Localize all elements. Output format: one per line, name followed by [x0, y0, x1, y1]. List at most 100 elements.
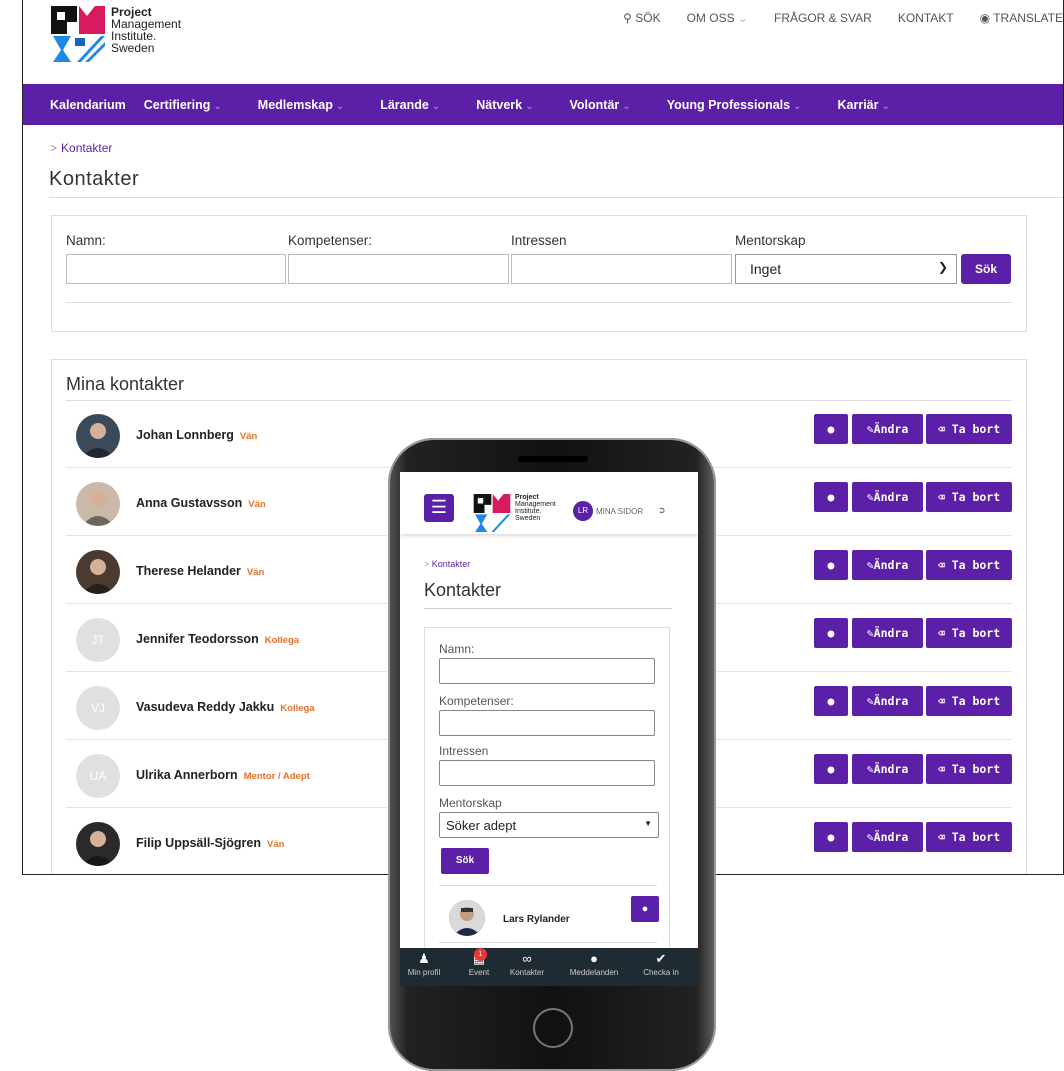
edit-button[interactable]: ✎Ändra [852, 482, 923, 512]
pmi-logo[interactable]: Project Management Institute. Sweden [51, 6, 181, 62]
message-button[interactable]: ● [814, 618, 848, 648]
divider [66, 302, 1012, 303]
contact-name[interactable]: Lars Rylander [503, 914, 570, 925]
mainnav-larande[interactable]: Lärande ⌄ [380, 98, 458, 112]
message-button[interactable]: ● [814, 822, 848, 852]
contact-name-cell[interactable]: Filip Uppsäll-Sjögren Vän [136, 836, 284, 850]
edit-button[interactable]: ✎Ändra [852, 618, 923, 648]
contact-name-cell[interactable]: Therese Helander Vän [136, 564, 264, 578]
mainnav-volontar[interactable]: Volontär ⌄ [570, 98, 649, 112]
mobile-search-button[interactable]: Sök [441, 848, 489, 874]
tab-kontakter[interactable]: ∞ Kontakter [506, 952, 548, 978]
search-icon: ⚲ [623, 11, 632, 25]
contact-avatar[interactable] [76, 414, 120, 458]
mainnav-karriar[interactable]: Karriär ⌄ [837, 98, 907, 112]
edit-button[interactable]: ✎Ändra [852, 822, 923, 852]
tab-meddelanden[interactable]: ● Meddelanden [564, 952, 624, 978]
message-button[interactable]: ● [814, 754, 848, 784]
delete-button[interactable]: ⌫ Ta bort [926, 822, 1012, 852]
chevron-right-icon: > [50, 141, 58, 155]
mainnav-medlemskap[interactable]: Medlemskap ⌄ [258, 98, 362, 112]
phone-home-button[interactable] [533, 1008, 573, 1048]
contact-avatar[interactable]: JT [76, 618, 120, 662]
mentor-select[interactable]: Inget ❯ [735, 254, 957, 284]
person-photo-icon [82, 423, 114, 458]
edit-button[interactable]: ✎Ändra [852, 550, 923, 580]
delete-button[interactable]: ⌫ Ta bort [926, 550, 1012, 580]
relation-tag: Vän [267, 839, 285, 850]
chevron-down-icon: ⌄ [525, 100, 534, 112]
person-photo-icon [82, 491, 114, 526]
topnav-faq[interactable]: FRÅGOR & SVAR [774, 11, 872, 25]
tab-event[interactable]: ▦1Event [464, 948, 494, 977]
breadcrumb[interactable]: > Kontakter [50, 141, 112, 155]
logout-icon[interactable]: ➲ [658, 505, 666, 516]
message-button[interactable]: ● [814, 414, 848, 444]
message-button[interactable]: ● [814, 482, 848, 512]
edit-button[interactable]: ✎Ändra [852, 754, 923, 784]
pmi-logo-mark-icon[interactable] [472, 494, 512, 532]
tab-label: Event [468, 968, 490, 977]
mainnav-young-professionals[interactable]: Young Professionals ⌄ [667, 98, 820, 112]
edit-button-label: Ändra [873, 830, 909, 844]
chat-icon[interactable]: ● [631, 896, 659, 922]
name-label: Namn: [66, 233, 106, 248]
edit-button[interactable]: ✎Ändra [852, 414, 923, 444]
delete-button[interactable]: ⌫ Ta bort [926, 754, 1012, 784]
mainnav-natverk[interactable]: Nätverk ⌄ [476, 98, 551, 112]
contact-name-cell[interactable]: Johan Lonnberg Vän [136, 428, 257, 442]
contact-name-cell[interactable]: Anna Gustavsson Vän [136, 496, 266, 510]
skills-input[interactable] [288, 254, 509, 284]
relation-tag: Vän [246, 567, 265, 578]
contact-avatar[interactable] [76, 822, 120, 866]
topnav-contact[interactable]: KONTAKT [898, 11, 954, 25]
delete-button[interactable]: ⌫ Ta bort [926, 686, 1012, 716]
mobile-breadcrumb[interactable]: > Kontakter [424, 559, 470, 569]
top-bar: Project Management Institute. Sweden ⚲ S… [23, 0, 1063, 83]
name-input[interactable] [66, 254, 286, 284]
contact-avatar[interactable]: VJ [76, 686, 120, 730]
mobile-skills-input[interactable] [439, 710, 655, 736]
mainnav-kalendarium[interactable]: Kalendarium [50, 98, 126, 112]
contact-name-cell[interactable]: Ulrika Annerborn Mentor / Adept [136, 768, 310, 782]
contact-name: Ulrika Annerborn [136, 768, 238, 782]
chat-icon: ● [827, 422, 835, 436]
tab-min-profil[interactable]: ♟ Min profil [406, 952, 442, 978]
contact-name-cell[interactable]: Jennifer Teodorsson Kollega [136, 632, 299, 646]
contact-avatar[interactable] [449, 900, 485, 936]
mainnav-certifiering[interactable]: Certifiering ⌄ [144, 98, 240, 112]
mobile-name-input[interactable] [439, 658, 655, 684]
topnav-translate[interactable]: ◉ TRANSLATE [980, 11, 1063, 25]
tab-label: Checka in [643, 968, 679, 977]
search-button[interactable]: Sök [961, 254, 1011, 284]
topnav-search[interactable]: ⚲ SÖK [623, 11, 660, 25]
delete-button[interactable]: ⌫ Ta bort [926, 618, 1012, 648]
mobile-mentor-select[interactable]: Söker adept ▼ [439, 812, 659, 838]
contact-avatar[interactable] [76, 550, 120, 594]
mobile-logo-line4: Sweden [515, 515, 541, 522]
topnav-about[interactable]: OM OSS ⌄ [687, 11, 748, 25]
chevron-down-icon: ⌄ [622, 100, 631, 112]
contact-avatar[interactable] [76, 482, 120, 526]
logo-text: Project Management Institute. Sweden [111, 6, 181, 54]
message-button[interactable]: ● [814, 550, 848, 580]
interests-input[interactable] [511, 254, 732, 284]
contact-name: Filip Uppsäll-Sjögren [136, 836, 262, 850]
chat-icon: ● [827, 558, 835, 572]
contact-avatar[interactable]: UA [76, 754, 120, 798]
edit-button[interactable]: ✎Ändra [852, 686, 923, 716]
edit-button-label: Ändra [873, 762, 909, 776]
my-pages-link[interactable]: MINA SIDOR [596, 507, 643, 516]
topnav-search-label: SÖK [635, 11, 661, 25]
mobile-interests-input[interactable] [439, 760, 655, 786]
hamburger-menu-icon[interactable]: ☰ [424, 494, 454, 522]
pmi-logo-mark-icon [51, 6, 105, 62]
delete-button[interactable]: ⌫ Ta bort [926, 482, 1012, 512]
delete-button[interactable]: ⌫ Ta bort [926, 414, 1012, 444]
message-button[interactable]: ● [814, 686, 848, 716]
contact-name-cell[interactable]: Vasudeva Reddy Jakku Kollega [136, 700, 315, 714]
person-photo-icon [449, 900, 485, 936]
tab-checka-in[interactable]: ✔ Checka in [638, 952, 684, 978]
chevron-right-icon: > [424, 559, 432, 569]
user-avatar[interactable]: LR [573, 501, 593, 521]
